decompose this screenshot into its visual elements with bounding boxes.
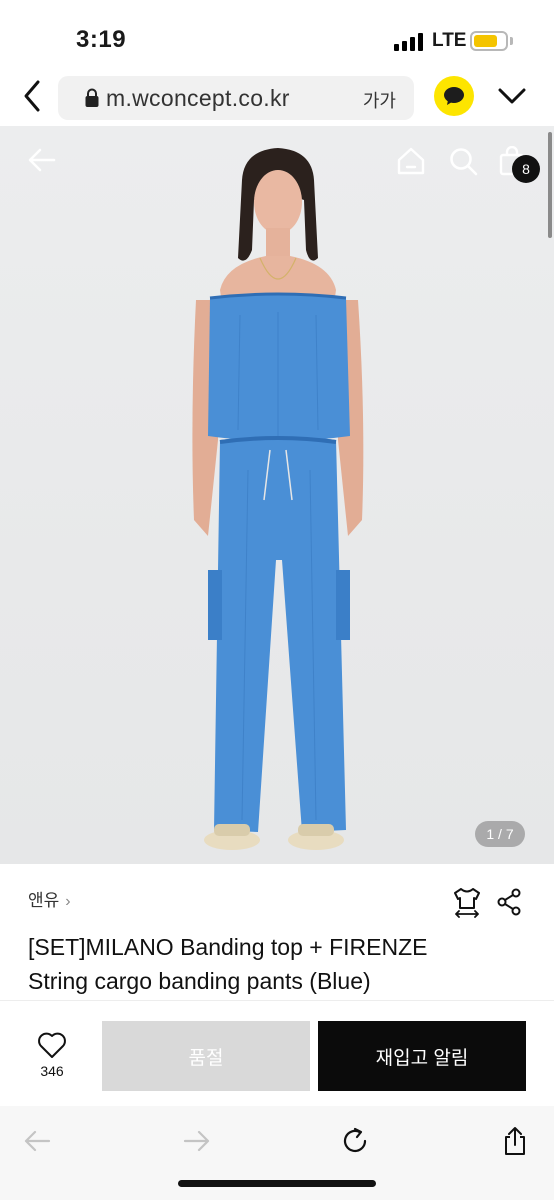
lock-icon <box>85 88 99 107</box>
forward-arrow-icon[interactable] <box>182 1126 212 1156</box>
share-icon[interactable] <box>500 1126 530 1156</box>
wishlist-count: 346 <box>40 1063 64 1079</box>
image-page-counter: 1 / 7 <box>475 821 525 847</box>
product-image-carousel[interactable]: 8 1 / 7 <box>0 126 554 864</box>
product-title: [SET]MILANO Banding top + FIRENZE String… <box>28 930 528 998</box>
address-bar[interactable]: m.wconcept.co.kr 가가 <box>58 76 414 120</box>
kakao-chat-button[interactable] <box>434 76 474 116</box>
share-icon[interactable] <box>496 888 522 916</box>
brand-name: 앤유 <box>28 891 60 910</box>
url-text: m.wconcept.co.kr <box>106 85 290 111</box>
chevron-right-icon: › <box>65 893 71 910</box>
text-size-button[interactable]: 가가 <box>363 87 396 113</box>
heart-icon <box>38 1032 66 1058</box>
reload-icon[interactable] <box>340 1126 370 1156</box>
signal-icon <box>394 33 424 51</box>
restock-alert-button[interactable]: 재입고 알림 <box>318 1021 526 1091</box>
model-photo <box>192 148 364 850</box>
arrow-left-icon[interactable] <box>26 144 58 176</box>
product-title-line-2: String cargo banding pants (Blue) <box>28 968 371 994</box>
back-chevron-icon[interactable] <box>18 78 48 114</box>
search-icon[interactable] <box>448 146 478 176</box>
screen: 3:19 LTE m.wconcept.co.kr 가가 8 1 / 7 앤유 … <box>0 0 554 1200</box>
battery-level <box>474 35 497 47</box>
status-bar: 3:19 LTE <box>0 0 554 72</box>
chevron-down-icon[interactable] <box>496 82 528 110</box>
size-guide-icon[interactable] <box>452 886 482 918</box>
wishlist-button[interactable]: 346 <box>30 1031 74 1091</box>
home-icon[interactable] <box>396 146 426 176</box>
sold-out-button[interactable]: 품절 <box>102 1021 310 1091</box>
scroll-indicator <box>548 132 552 238</box>
back-arrow-icon[interactable] <box>22 1126 52 1156</box>
battery-cap <box>510 37 513 45</box>
product-title-line-1: [SET]MILANO Banding top + FIRENZE <box>28 934 428 960</box>
network-label: LTE <box>432 30 467 51</box>
brand-link[interactable]: 앤유 › <box>28 886 71 914</box>
battery-icon <box>470 31 508 51</box>
home-indicator <box>178 1180 376 1187</box>
purchase-action-bar: 346 품절 재입고 알림 <box>0 1000 554 1106</box>
cart-count-badge: 8 <box>512 155 540 183</box>
kakao-chat-icon <box>444 87 464 105</box>
status-time: 3:19 <box>76 26 127 53</box>
browser-bar: m.wconcept.co.kr 가가 <box>0 72 554 126</box>
